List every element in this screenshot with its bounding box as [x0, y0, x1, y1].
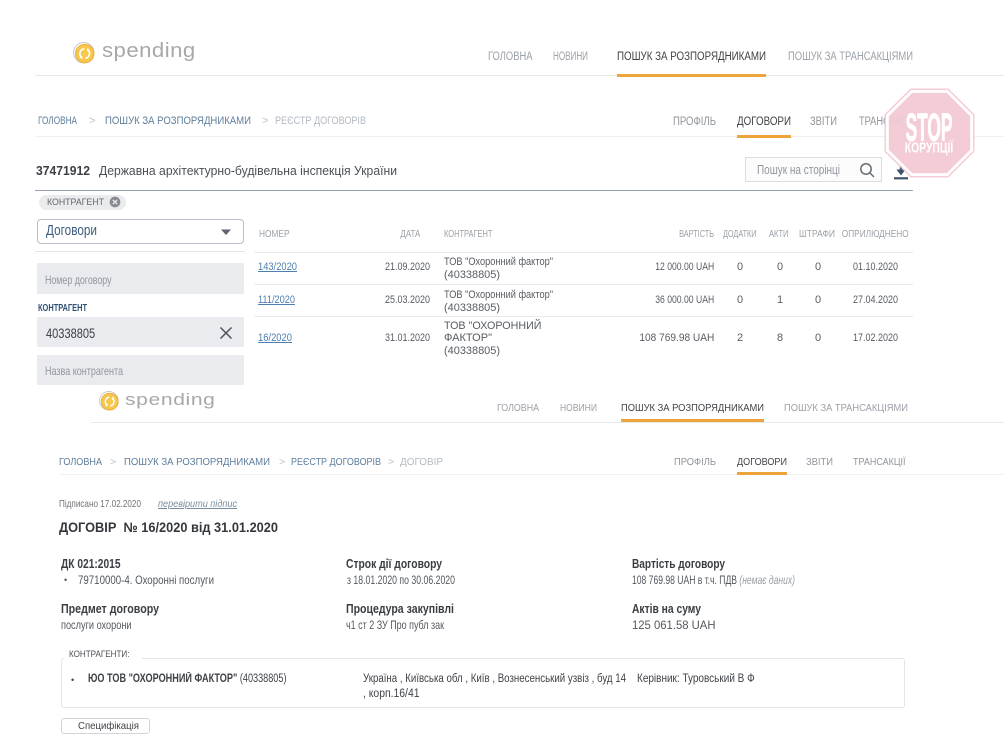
- svg-text:КОРУПЦІЇ: КОРУПЦІЇ: [905, 139, 954, 156]
